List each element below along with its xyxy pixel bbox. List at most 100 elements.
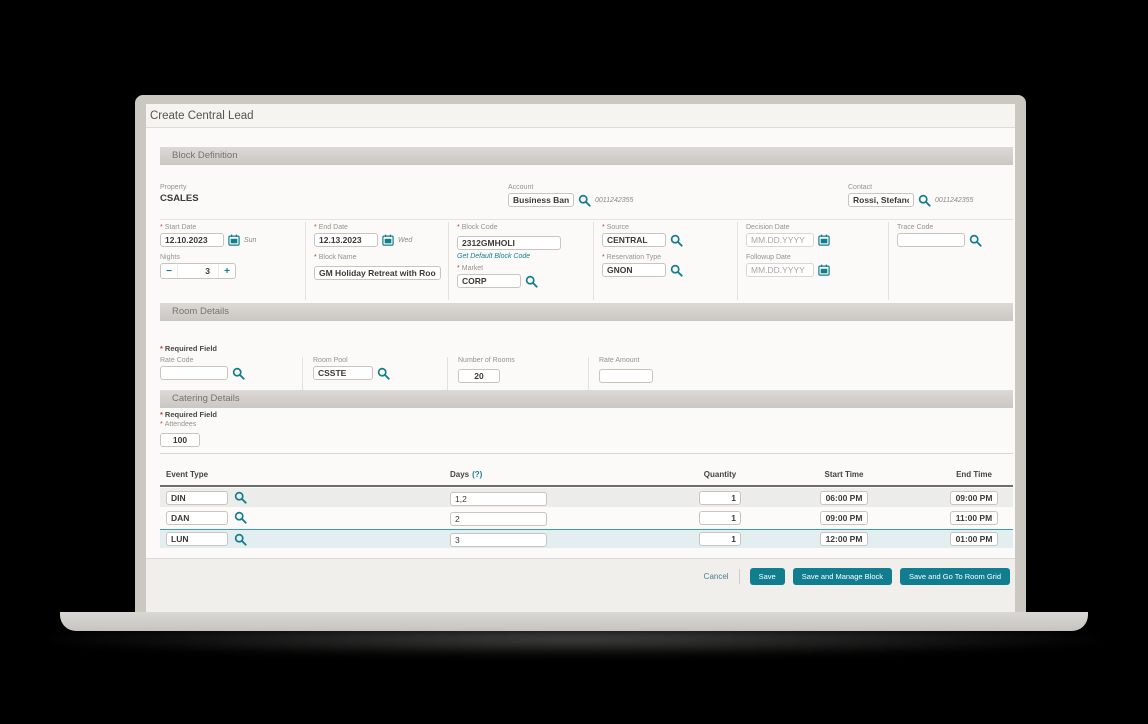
cancel-button[interactable]: Cancel xyxy=(704,572,729,581)
end-time-input[interactable] xyxy=(950,511,998,525)
start-day-hint: Sun xyxy=(244,237,256,244)
get-default-block-code-link[interactable]: Get Default Block Code xyxy=(457,253,587,260)
attendees-input[interactable] xyxy=(160,433,200,447)
required-marker: * xyxy=(602,254,605,261)
header-event-type: Event Type xyxy=(160,470,445,479)
nights-value: 3 xyxy=(177,264,219,278)
property-field: Property CSALES xyxy=(160,184,508,219)
save-and-go-to-room-grid-button[interactable]: Save and Go To Room Grid xyxy=(900,568,1010,585)
decision-date-calendar-icon[interactable] xyxy=(818,234,830,246)
event-type-search-icon[interactable] xyxy=(234,533,247,546)
table-row xyxy=(160,508,1013,527)
source-input[interactable] xyxy=(602,233,666,247)
account-search-icon[interactable] xyxy=(578,194,591,207)
account-field: Account 0011242355 xyxy=(508,184,848,219)
required-marker: * xyxy=(314,224,317,231)
end-time-input[interactable] xyxy=(950,491,998,505)
page-title: Create Central Lead xyxy=(146,104,1015,128)
room-pool-search-icon[interactable] xyxy=(377,367,390,380)
nights-stepper[interactable]: − 3 + xyxy=(160,263,236,279)
start-time-input[interactable] xyxy=(820,491,868,505)
divider xyxy=(160,453,1013,454)
attendees-field: *Attendees xyxy=(160,421,200,448)
reservation-type-input[interactable] xyxy=(602,263,666,277)
days-input[interactable] xyxy=(450,533,547,547)
trace-code-label: Trace Code xyxy=(897,224,1007,231)
contact-label: Contact xyxy=(848,184,1013,191)
market-field: *Market xyxy=(457,265,587,288)
end-date-label: End Date xyxy=(319,224,348,231)
room-required-note: *Required Field xyxy=(160,344,217,353)
account-input[interactable] xyxy=(508,193,574,207)
app-window: Create Central Lead Block Definition Pro… xyxy=(146,104,1015,612)
end-date-column: *End Date Wed *Block Name xyxy=(305,222,448,300)
block-code-input[interactable] xyxy=(457,236,561,250)
start-time-input[interactable] xyxy=(820,511,868,525)
events-table: Event Type Days(?) Quantity Start Time E… xyxy=(160,470,1013,548)
end-time-input[interactable] xyxy=(950,532,998,546)
market-search-icon[interactable] xyxy=(525,275,538,288)
end-date-input[interactable] xyxy=(314,233,378,247)
rate-code-field: Rate Code xyxy=(160,357,302,391)
source-search-icon[interactable] xyxy=(670,234,683,247)
contact-input[interactable] xyxy=(848,193,914,207)
table-row xyxy=(160,488,1013,507)
attendees-label: Attendees xyxy=(165,421,197,428)
event-type-search-icon[interactable] xyxy=(234,491,247,504)
start-time-input[interactable] xyxy=(820,532,868,546)
event-type-search-icon[interactable] xyxy=(234,511,247,524)
decision-date-field: Decision Date xyxy=(746,224,882,247)
trace-code-column: Trace Code xyxy=(888,222,1013,300)
nights-increment-button[interactable]: + xyxy=(219,266,235,277)
event-type-input[interactable] xyxy=(166,532,228,546)
required-marker: * xyxy=(457,224,460,231)
trace-code-input[interactable] xyxy=(897,233,965,247)
source-field: *Source xyxy=(602,224,731,247)
laptop-base xyxy=(60,612,1088,631)
save-button[interactable]: Save xyxy=(750,568,785,585)
section-header-label: Block Definition xyxy=(172,150,237,161)
save-and-manage-block-button[interactable]: Save and Manage Block xyxy=(793,568,892,585)
property-label: Property xyxy=(160,184,508,191)
header-start-time: Start Time xyxy=(745,470,872,479)
followup-date-calendar-icon[interactable] xyxy=(818,264,830,276)
required-note-text: Required Field xyxy=(165,410,217,419)
trace-code-search-icon[interactable] xyxy=(969,234,982,247)
rate-code-search-icon[interactable] xyxy=(232,367,245,380)
block-code-column: *Block Code Get Default Block Code *Mark… xyxy=(448,222,593,300)
nights-field: Nights − 3 + xyxy=(160,254,299,279)
days-input[interactable] xyxy=(450,492,547,506)
divider xyxy=(160,219,1013,220)
block-code-label: Block Code xyxy=(462,224,498,231)
number-of-rooms-input[interactable] xyxy=(458,369,500,383)
block-name-input[interactable] xyxy=(314,266,441,280)
start-date-input[interactable] xyxy=(160,233,224,247)
section-header-room-details: Room Details xyxy=(160,303,1013,321)
contact-search-icon[interactable] xyxy=(918,194,931,207)
rate-amount-label: Rate Amount xyxy=(599,357,1013,364)
followup-date-input[interactable] xyxy=(746,263,814,277)
nights-decrement-button[interactable]: − xyxy=(161,266,177,277)
section-header-catering-details: Catering Details xyxy=(160,390,1013,408)
decision-date-input[interactable] xyxy=(746,233,814,247)
start-date-calendar-icon[interactable] xyxy=(228,234,240,246)
end-date-calendar-icon[interactable] xyxy=(382,234,394,246)
rate-code-input[interactable] xyxy=(160,366,228,380)
event-type-input[interactable] xyxy=(166,491,228,505)
market-input[interactable] xyxy=(457,274,521,288)
source-column: *Source *Reservation Type xyxy=(593,222,737,300)
laptop-screen-bezel: Create Central Lead Block Definition Pro… xyxy=(135,95,1026,612)
decision-date-label: Decision Date xyxy=(746,224,882,231)
start-date-label: Start Date xyxy=(165,224,197,231)
reservation-type-search-icon[interactable] xyxy=(670,264,683,277)
quantity-input[interactable] xyxy=(699,532,741,546)
quantity-input[interactable] xyxy=(699,491,741,505)
event-type-input[interactable] xyxy=(166,511,228,525)
end-day-hint: Wed xyxy=(398,237,412,244)
events-table-header: Event Type Days(?) Quantity Start Time E… xyxy=(160,470,1013,487)
days-input[interactable] xyxy=(450,512,547,526)
rate-amount-input[interactable] xyxy=(599,369,653,383)
quantity-input[interactable] xyxy=(699,511,741,525)
days-help-link[interactable]: (?) xyxy=(472,470,482,479)
room-pool-input[interactable] xyxy=(313,366,373,380)
